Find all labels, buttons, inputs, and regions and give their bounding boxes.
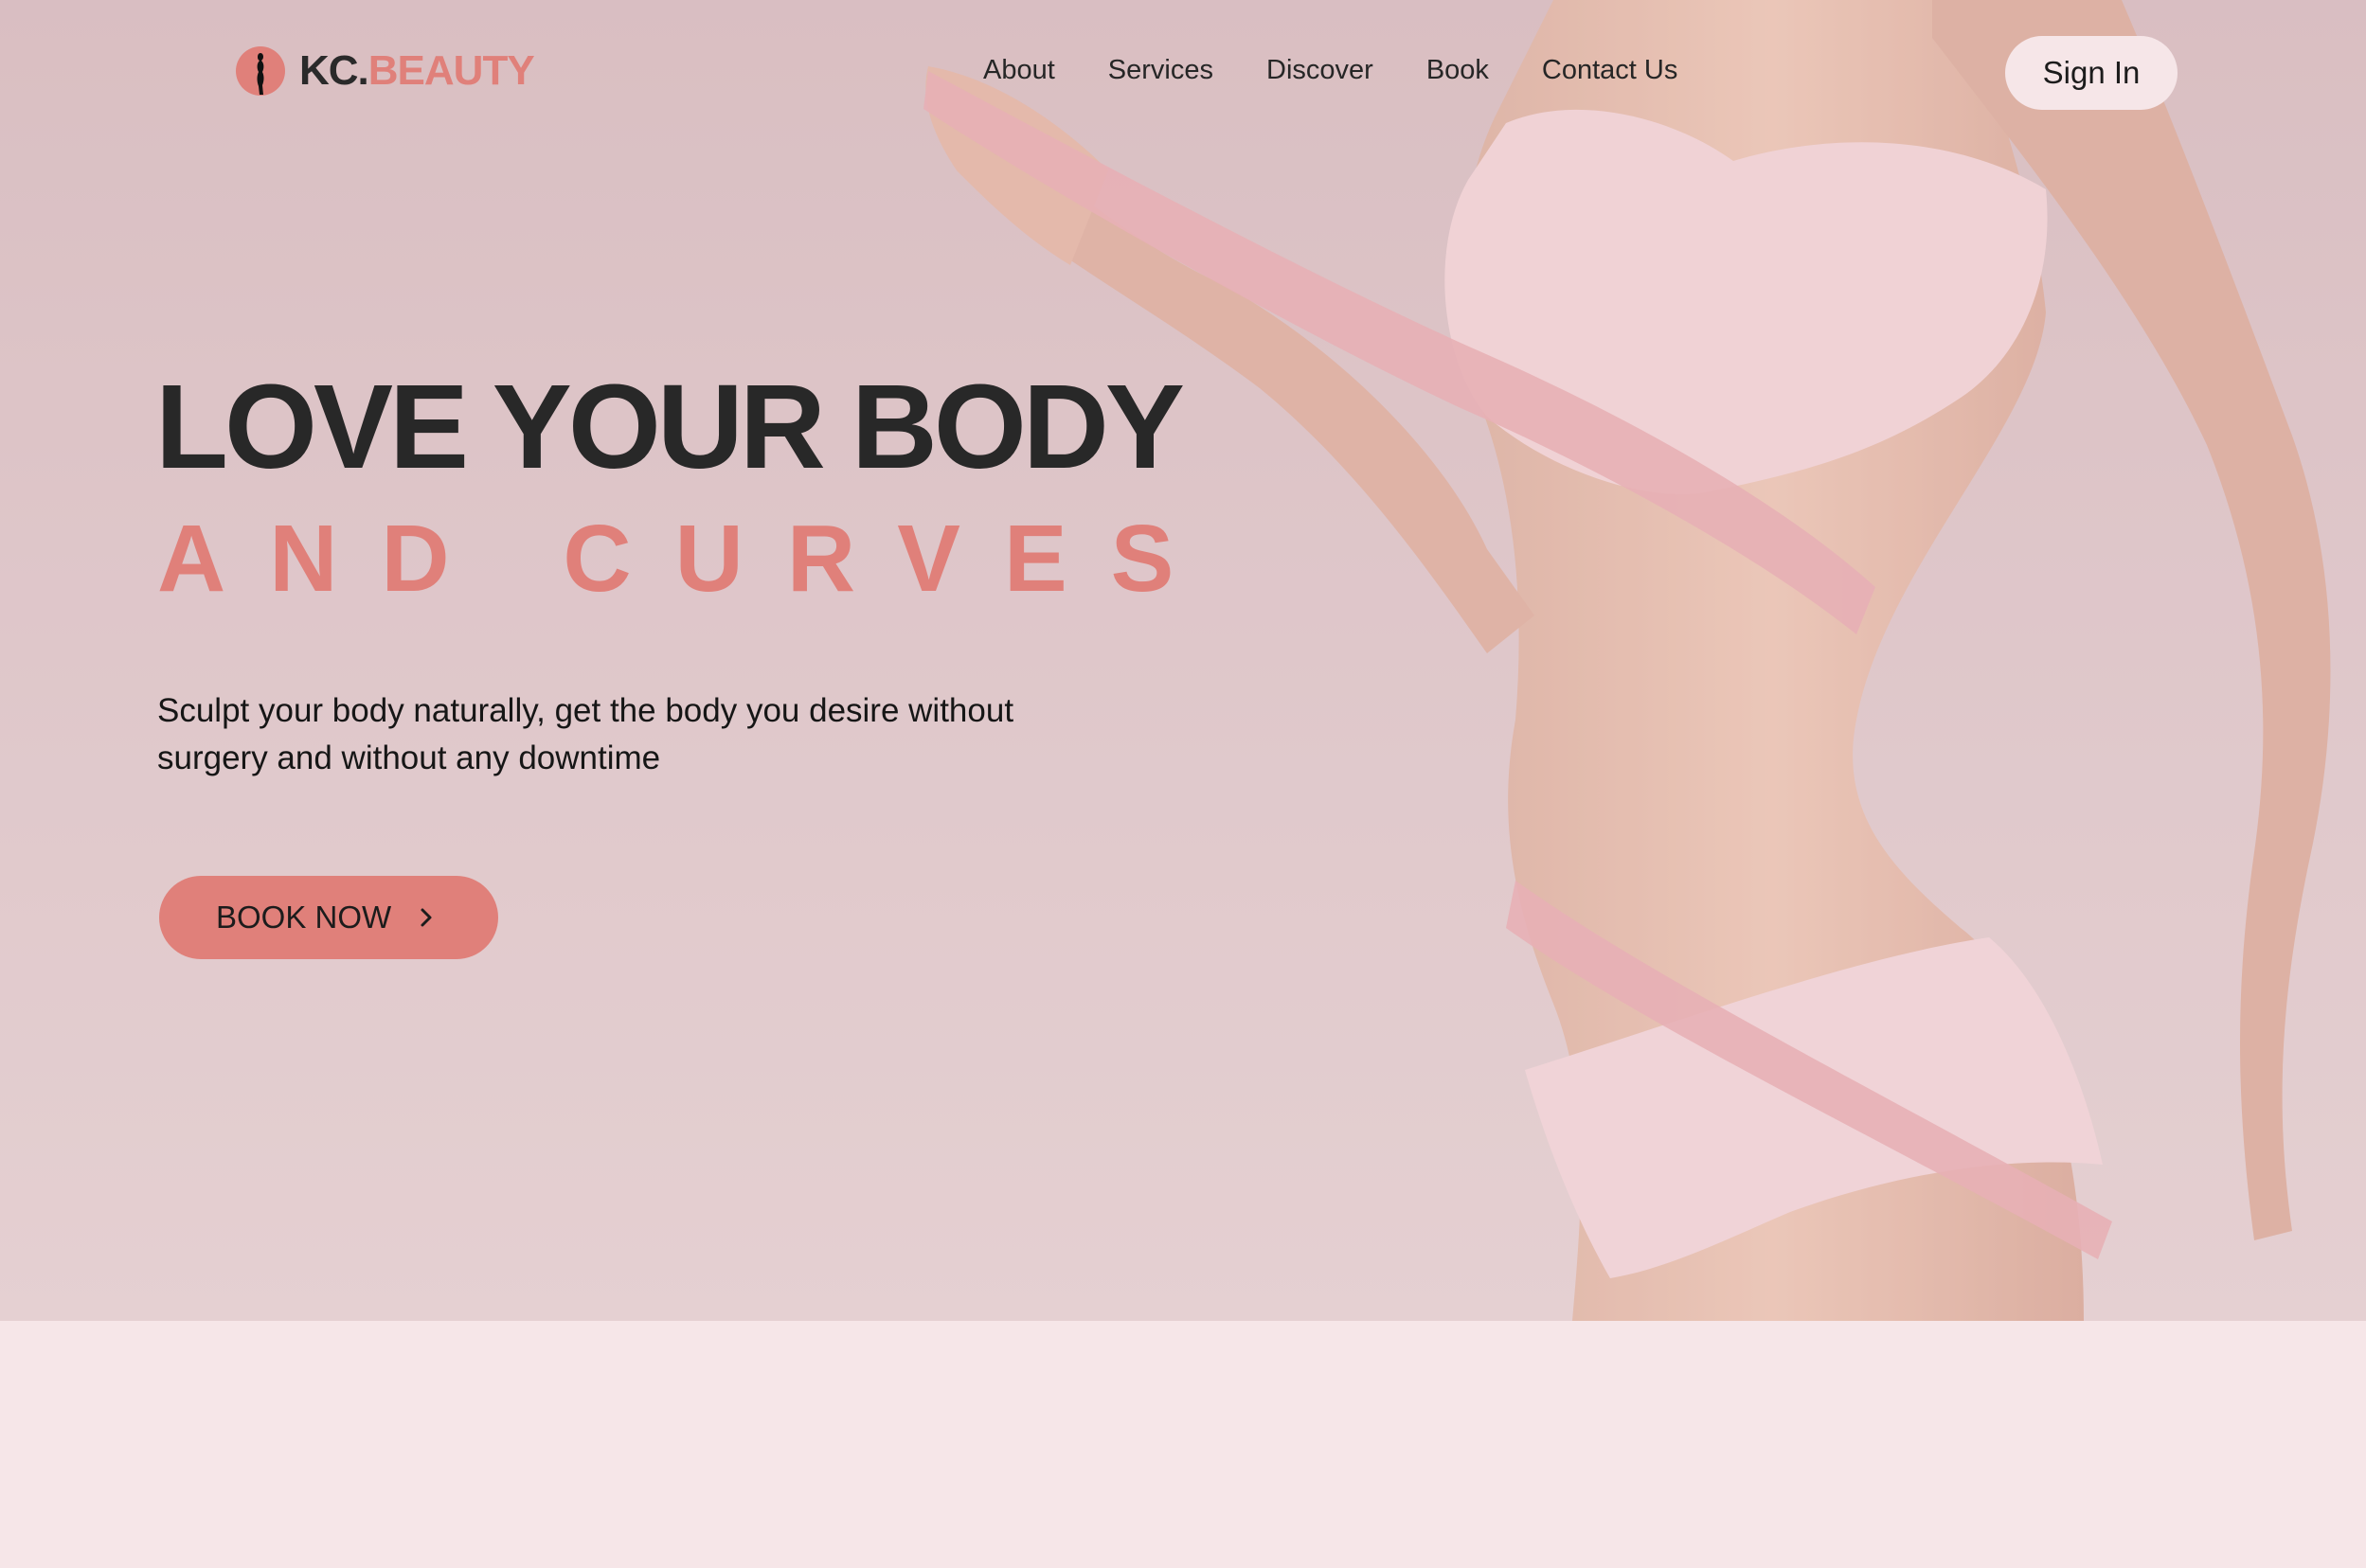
- logo[interactable]: KC.BEAUTY: [235, 45, 535, 97]
- hero-section: KC.BEAUTY About Services Discover Book C…: [0, 0, 2366, 1321]
- nav-services[interactable]: Services: [1108, 55, 1213, 86]
- hero-subheadline: AND CURVES: [157, 506, 1218, 612]
- nav-book[interactable]: Book: [1426, 55, 1489, 86]
- book-now-label: BOOK NOW: [216, 900, 392, 935]
- main-nav: About Services Discover Book Contact Us: [983, 55, 1677, 86]
- chevron-right-icon: [421, 908, 432, 927]
- lower-section: [0, 1321, 2366, 1568]
- book-now-button[interactable]: BOOK NOW: [159, 876, 498, 959]
- nav-about[interactable]: About: [983, 55, 1055, 86]
- logo-text: KC.BEAUTY: [299, 47, 535, 94]
- nav-contact-us[interactable]: Contact Us: [1542, 55, 1677, 86]
- hero-headline: LOVE YOUR BODY: [155, 360, 1185, 493]
- nav-discover[interactable]: Discover: [1266, 55, 1373, 86]
- hero-description: Sculpt your body naturally, get the body…: [157, 692, 1014, 776]
- logo-prefix: KC.: [299, 47, 369, 94]
- sign-in-button[interactable]: Sign In: [2005, 36, 2178, 110]
- woman-silhouette-icon: [236, 46, 285, 96]
- logo-suffix: BEAUTY: [367, 47, 535, 94]
- hero-photo: [0, 0, 2366, 1321]
